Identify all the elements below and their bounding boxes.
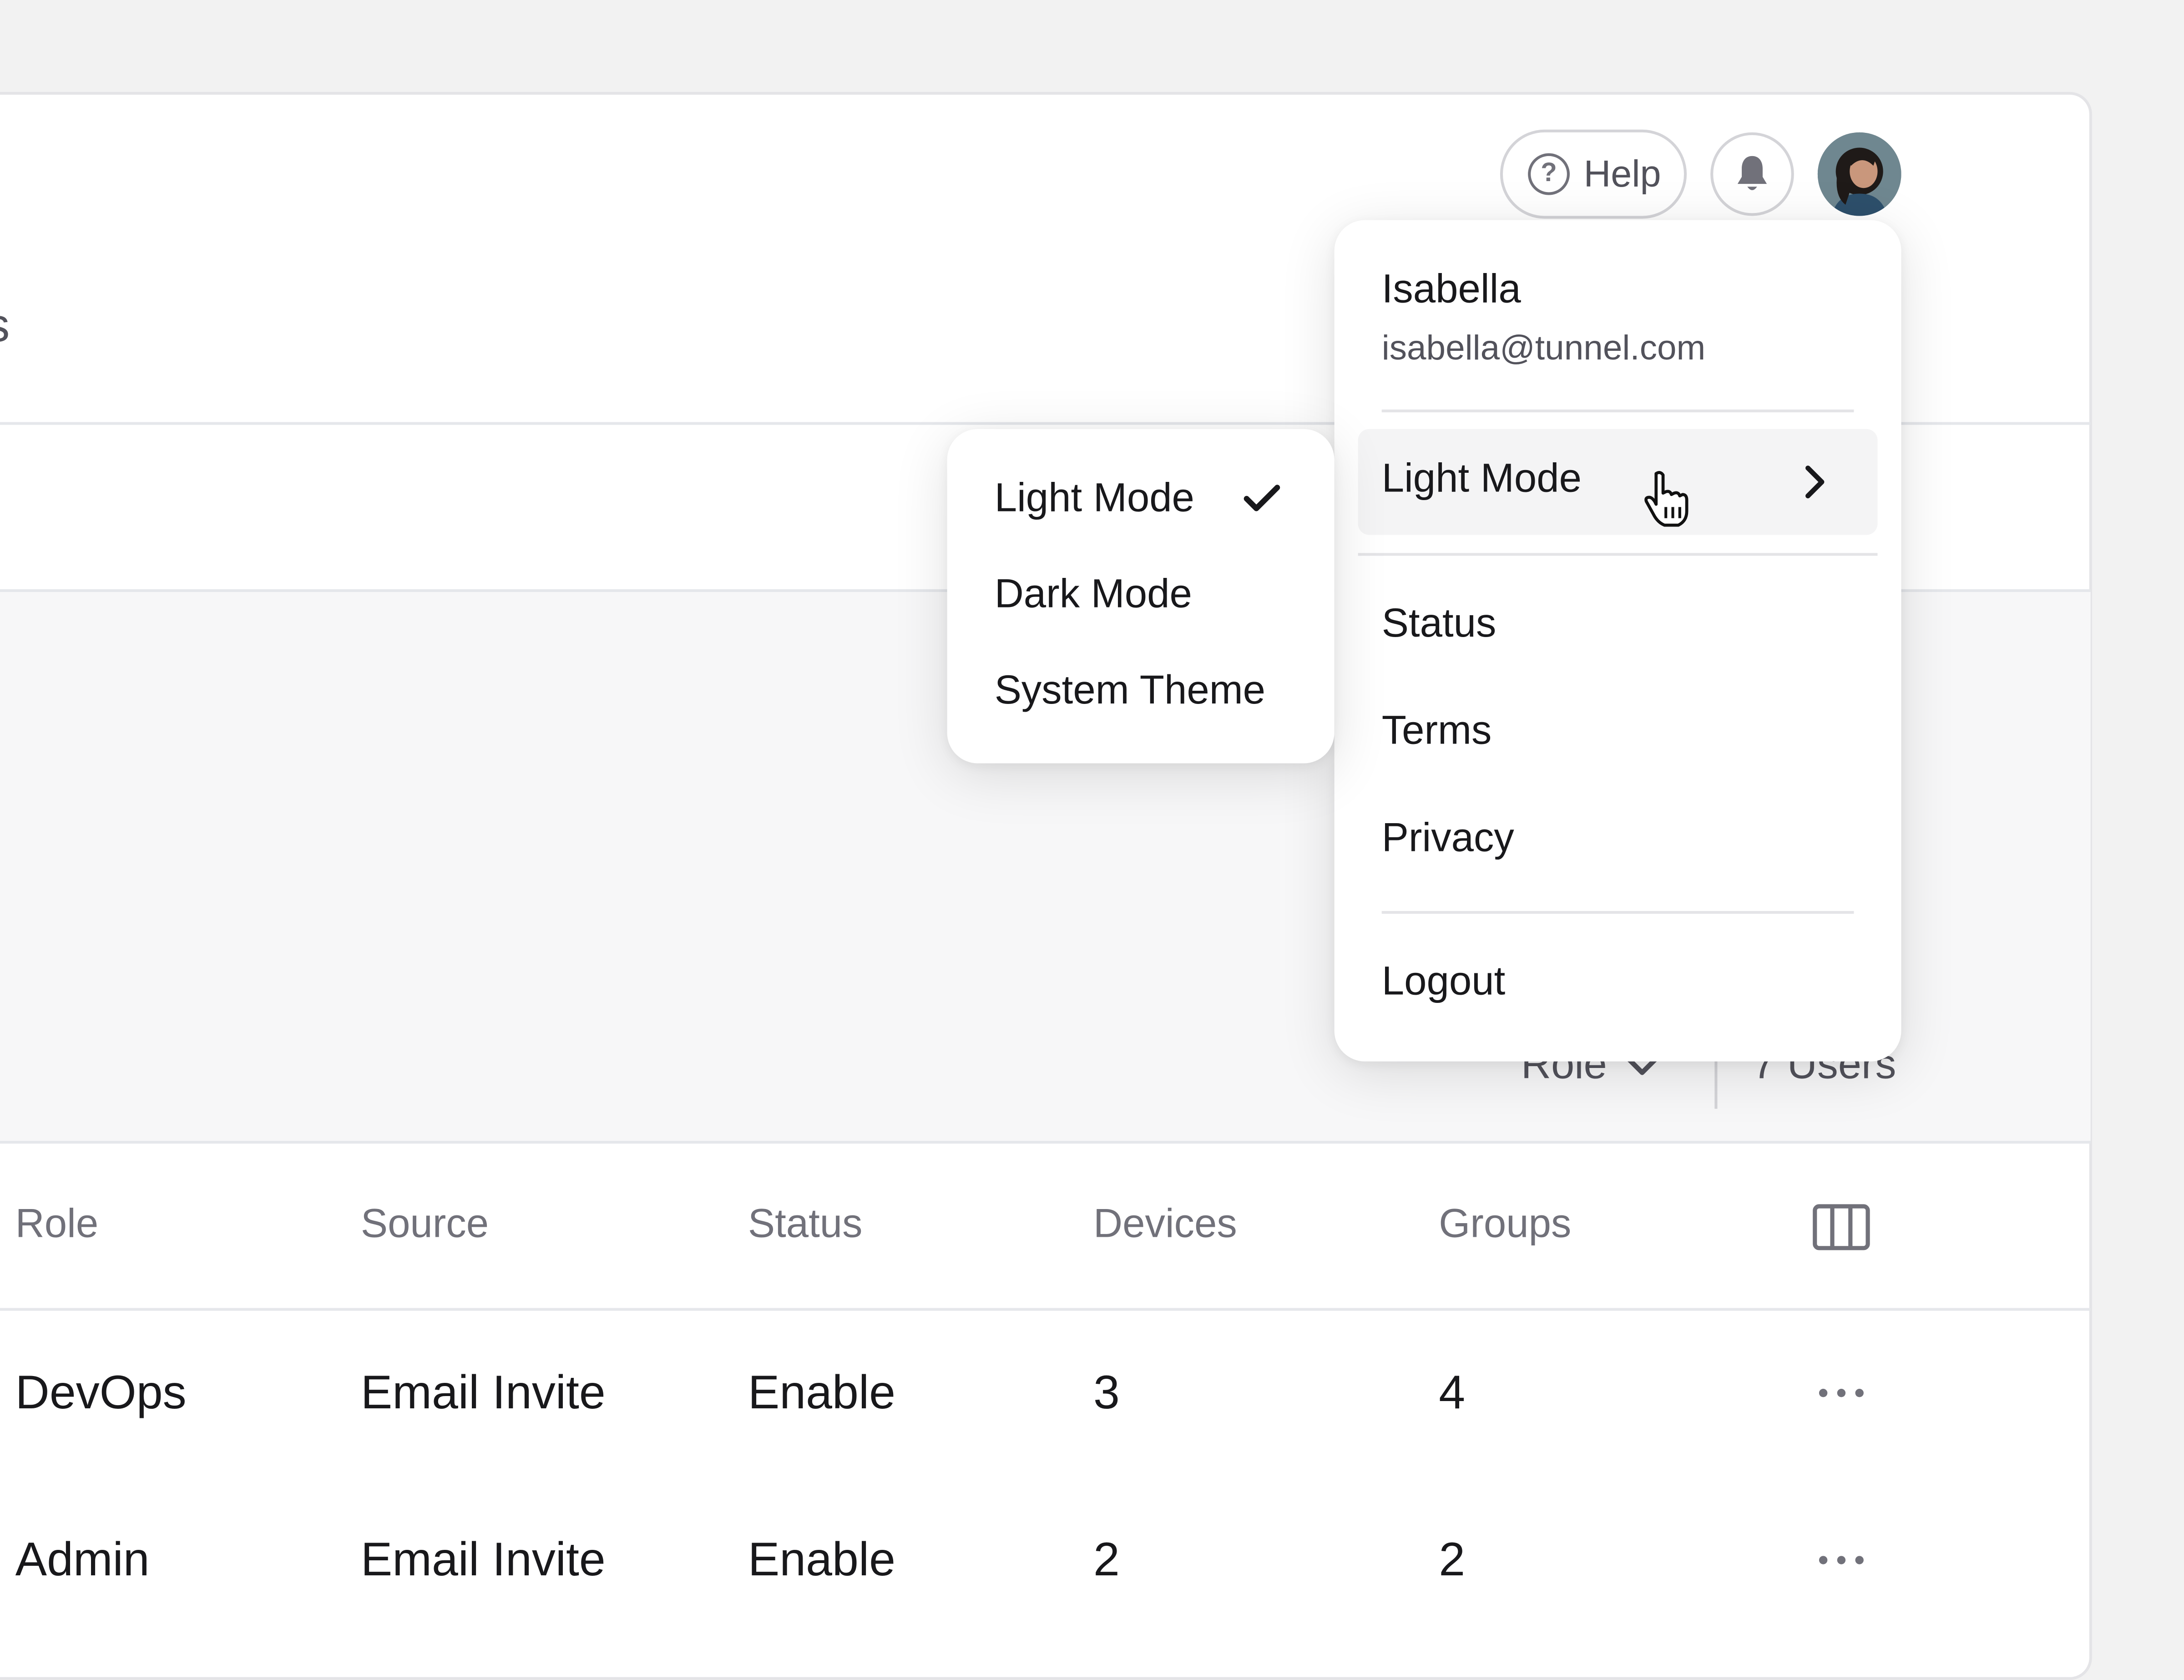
- column-header-groups[interactable]: Groups: [1439, 1202, 1571, 1248]
- table-header-divider: [0, 1308, 2091, 1311]
- theme-option-dark[interactable]: Dark Mode: [995, 572, 1192, 618]
- cell-status: Enable: [748, 1366, 895, 1420]
- help-button[interactable]: ? Help: [1500, 129, 1687, 219]
- question-circle-icon: ?: [1528, 153, 1570, 195]
- hand-pointer-icon: [1644, 471, 1689, 527]
- column-header-role[interactable]: Role: [15, 1202, 99, 1248]
- menu-divider: [1358, 553, 1878, 556]
- theme-menu-item[interactable]: Light Mode: [1358, 429, 1878, 535]
- cell-devices: 3: [1093, 1366, 1120, 1420]
- bell-icon: [1737, 156, 1767, 190]
- theme-submenu: Light Mode Dark Mode System Theme: [947, 429, 1335, 764]
- more-horizontal-icon[interactable]: [1819, 1389, 1864, 1400]
- user-menu: Isabella isabella@tunnel.com Light Mode …: [1334, 220, 1901, 1062]
- user-email: isabella@tunnel.com: [1381, 329, 1706, 368]
- menu-item-terms[interactable]: Terms: [1382, 709, 1492, 755]
- menu-divider: [1381, 409, 1854, 413]
- user-avatar[interactable]: [1817, 132, 1901, 216]
- column-header-status[interactable]: Status: [748, 1202, 863, 1248]
- chevron-right-icon: [1805, 466, 1825, 499]
- cell-groups: 2: [1439, 1533, 1466, 1587]
- avatar-photo: [1817, 132, 1901, 216]
- menu-item-logout[interactable]: Logout: [1382, 960, 1506, 1006]
- filter-divider: [0, 1141, 2091, 1144]
- theme-option-system[interactable]: System Theme: [995, 668, 1265, 714]
- user-name: Isabella: [1381, 267, 1521, 312]
- cell-source: Email Invite: [360, 1366, 606, 1420]
- help-label: Help: [1583, 152, 1661, 195]
- theme-option-light[interactable]: Light Mode: [995, 476, 1194, 522]
- cell-source: Email Invite: [360, 1533, 606, 1587]
- cell-role: DevOps: [15, 1366, 187, 1420]
- more-horizontal-icon[interactable]: [1819, 1556, 1864, 1567]
- menu-divider: [1381, 911, 1854, 914]
- check-icon: [1244, 485, 1280, 511]
- theme-menu-label: Light Mode: [1381, 457, 1582, 502]
- cell-role: Admin: [15, 1533, 150, 1587]
- cell-devices: 2: [1093, 1533, 1120, 1587]
- cell-status: Enable: [748, 1533, 895, 1587]
- column-header-devices[interactable]: Devices: [1093, 1202, 1237, 1248]
- column-header-source[interactable]: Source: [361, 1202, 489, 1248]
- menu-item-status[interactable]: Status: [1382, 602, 1496, 648]
- cell-groups: 4: [1439, 1366, 1466, 1420]
- columns-icon[interactable]: [1812, 1204, 1871, 1251]
- menu-item-privacy[interactable]: Privacy: [1382, 816, 1514, 862]
- notifications-button[interactable]: [1710, 132, 1794, 216]
- app-stage: s ? Help Role 7 Users: [0, 0, 2184, 1680]
